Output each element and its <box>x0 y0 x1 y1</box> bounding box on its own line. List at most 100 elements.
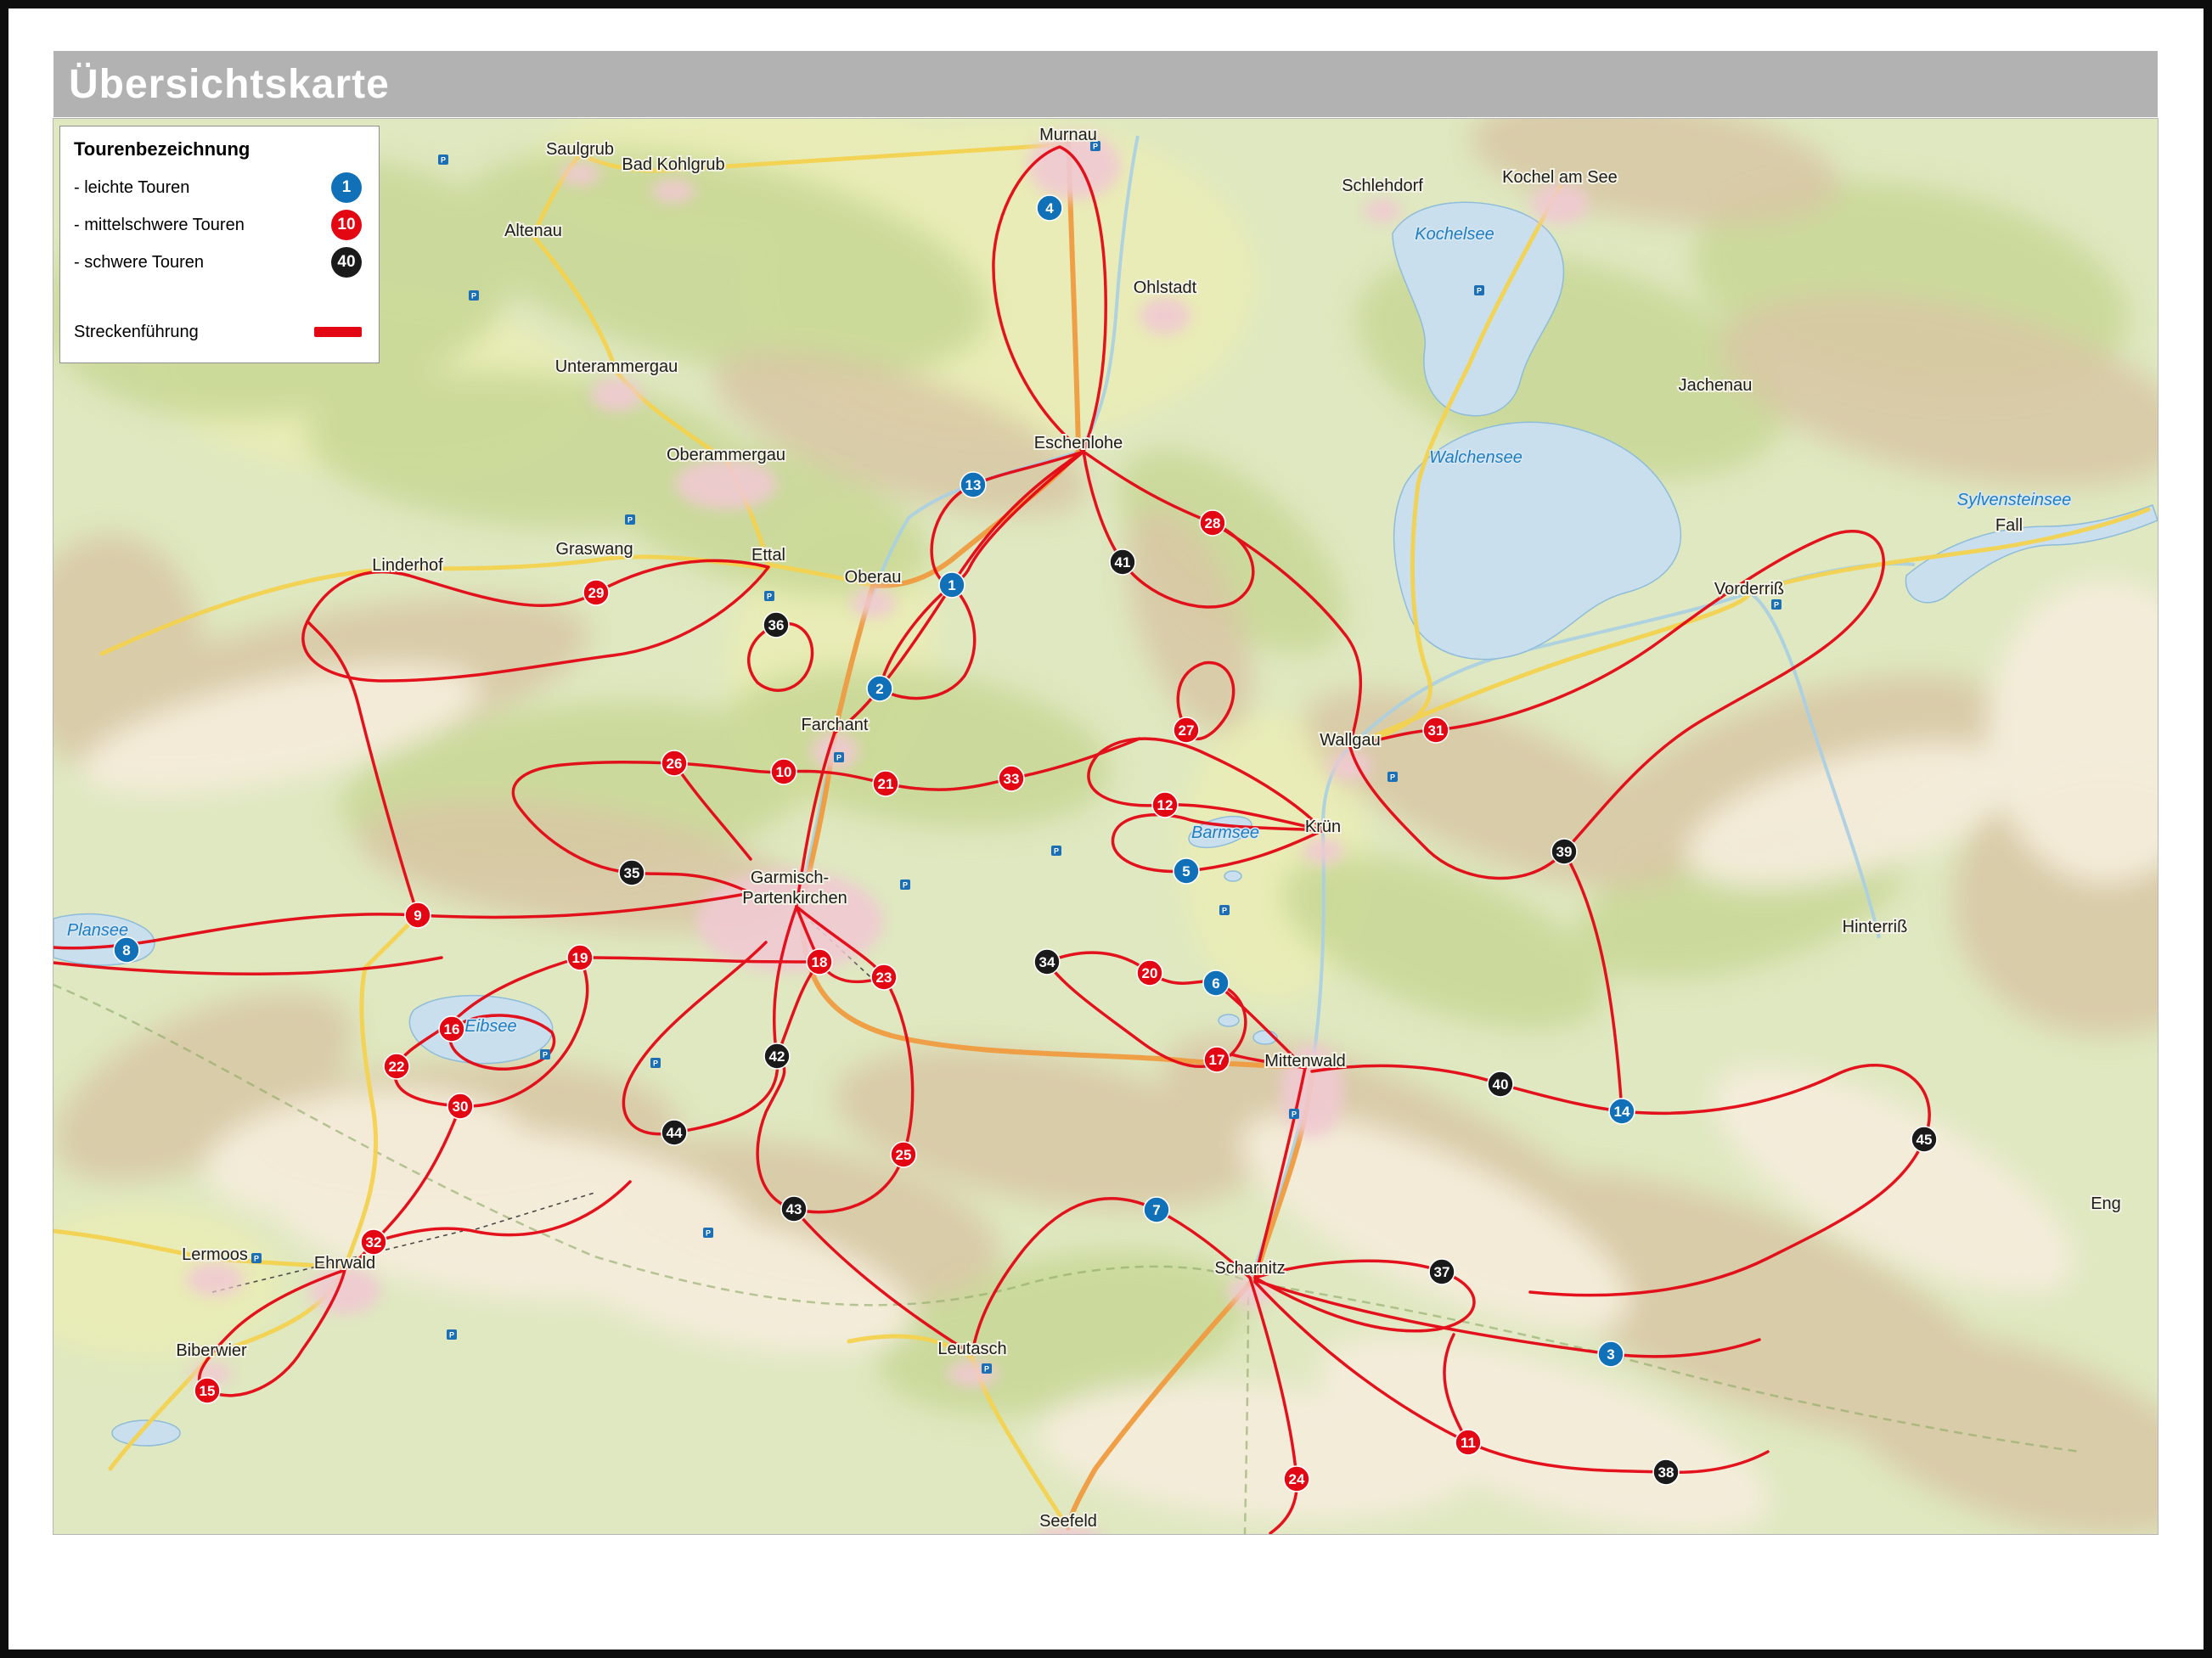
place-label-vorderri-: Vorderriß <box>1714 580 1784 599</box>
svg-text:P: P <box>984 1365 989 1374</box>
svg-text:31: 31 <box>1428 722 1444 739</box>
svg-text:24: 24 <box>1289 1471 1305 1487</box>
svg-text:19: 19 <box>572 950 588 966</box>
tour-marker-35: 35 <box>619 860 644 885</box>
place-label-unterammergau: Unterammergau <box>555 357 678 376</box>
place-label-kr-n: Krün <box>1305 818 1341 836</box>
parking-icon: P <box>438 155 448 165</box>
svg-text:P: P <box>1222 907 1227 915</box>
tour-marker-26: 26 <box>661 750 687 776</box>
svg-text:22: 22 <box>389 1059 405 1075</box>
place-label-mittenwald: Mittenwald <box>1264 1052 1346 1071</box>
svg-text:29: 29 <box>588 585 605 601</box>
page-title: Übersichtskarte <box>69 61 390 108</box>
parking-icon: P <box>1387 772 1398 782</box>
svg-text:28: 28 <box>1205 515 1221 531</box>
parking-icon: P <box>650 1058 661 1068</box>
lake-small-4 <box>1224 871 1241 881</box>
place-label-jachenau: Jachenau <box>1679 376 1753 395</box>
svg-text:1: 1 <box>948 577 955 593</box>
parking-icon: P <box>540 1049 550 1059</box>
tour-marker-31: 31 <box>1423 717 1449 743</box>
tour-marker-32: 32 <box>361 1229 386 1255</box>
svg-text:8: 8 <box>122 942 130 958</box>
place-label-kochel-am-see: Kochel am See <box>1502 168 1618 187</box>
svg-text:21: 21 <box>878 776 894 792</box>
place-label-eschenlohe: Eschenlohe <box>1034 434 1123 452</box>
svg-text:44: 44 <box>667 1125 683 1141</box>
place-label-fall: Fall <box>1995 516 2023 535</box>
svg-text:45: 45 <box>1917 1132 1933 1148</box>
medium-tour-marker-sample: 10 <box>331 210 362 240</box>
tour-marker-3: 3 <box>1598 1341 1624 1367</box>
tour-marker-38: 38 <box>1653 1459 1679 1485</box>
place-label-eng: Eng <box>2091 1194 2121 1213</box>
legend-item-easy: - leichte Touren 1 <box>74 169 365 206</box>
legend-heading: Tourenbezeichnung <box>74 138 365 160</box>
svg-text:P: P <box>1292 1110 1297 1119</box>
parking-icon: P <box>625 514 635 525</box>
place-label-oberammergau: Oberammergau <box>667 446 785 464</box>
parking-icon: P <box>251 1253 262 1263</box>
svg-text:P: P <box>254 1255 259 1263</box>
tour-marker-42: 42 <box>764 1043 790 1069</box>
tour-marker-37: 37 <box>1429 1259 1455 1284</box>
svg-text:43: 43 <box>786 1201 802 1217</box>
svg-text:9: 9 <box>414 908 421 924</box>
tour-marker-45: 45 <box>1911 1127 1937 1152</box>
tour-marker-44: 44 <box>661 1120 687 1145</box>
parking-icon: P <box>982 1363 992 1374</box>
svg-text:2: 2 <box>875 681 883 697</box>
tour-marker-7: 7 <box>1144 1197 1169 1222</box>
tour-marker-43: 43 <box>781 1196 807 1222</box>
svg-text:38: 38 <box>1658 1464 1674 1481</box>
tour-marker-28: 28 <box>1200 510 1225 536</box>
tour-marker-6: 6 <box>1203 970 1229 996</box>
tour-marker-41: 41 <box>1110 549 1135 575</box>
parking-icon: P <box>469 290 479 301</box>
parking-icon: P <box>1289 1109 1299 1119</box>
svg-text:P: P <box>903 881 908 890</box>
tour-marker-19: 19 <box>567 945 593 970</box>
svg-text:P: P <box>653 1059 658 1068</box>
legend-item-medium: - mittelschwere Touren 10 <box>74 206 365 244</box>
legend-item-hard: - schwere Touren 40 <box>74 244 365 281</box>
tour-marker-9: 9 <box>405 902 431 928</box>
svg-text:10: 10 <box>776 764 792 780</box>
svg-text:7: 7 <box>1152 1202 1160 1218</box>
tour-marker-14: 14 <box>1609 1099 1635 1124</box>
tour-marker-34: 34 <box>1034 949 1060 975</box>
tour-marker-12: 12 <box>1152 792 1178 818</box>
svg-text:P: P <box>1054 847 1059 856</box>
svg-text:P: P <box>543 1051 548 1059</box>
tour-marker-11: 11 <box>1455 1430 1481 1455</box>
parking-icon: P <box>447 1329 457 1340</box>
place-label-farchant: Farchant <box>802 716 869 734</box>
place-label-schlehdorf: Schlehdorf <box>1342 177 1423 195</box>
map-page: Übersichtskarte <box>8 8 2204 1650</box>
svg-text:14: 14 <box>1614 1104 1630 1120</box>
svg-text:P: P <box>836 754 841 762</box>
tour-marker-29: 29 <box>583 580 609 605</box>
svg-text:P: P <box>471 292 476 301</box>
parking-icon: P <box>900 880 910 890</box>
tour-marker-27: 27 <box>1174 717 1199 743</box>
place-label-wallgau: Wallgau <box>1320 731 1381 750</box>
lake-label-walchensee: Walchensee <box>1429 448 1523 467</box>
svg-text:P: P <box>767 593 772 601</box>
svg-text:3: 3 <box>1607 1346 1614 1363</box>
svg-text:P: P <box>628 516 633 525</box>
svg-text:18: 18 <box>812 954 828 970</box>
svg-text:33: 33 <box>1004 771 1020 787</box>
svg-text:37: 37 <box>1434 1264 1450 1280</box>
place-label-lermoos: Lermoos <box>182 1245 248 1264</box>
svg-text:35: 35 <box>624 865 640 881</box>
easy-tour-marker-sample: 1 <box>331 172 362 203</box>
screenshot-root: Übersichtskarte <box>0 0 2212 1658</box>
place-label-graswang: Graswang <box>555 540 633 559</box>
parking-icon: P <box>1771 599 1781 610</box>
legend-label-medium: - mittelschwere Touren <box>74 216 245 235</box>
route-line-swatch <box>314 327 362 337</box>
parking-icon: P <box>834 752 844 762</box>
svg-text:15: 15 <box>200 1383 216 1399</box>
